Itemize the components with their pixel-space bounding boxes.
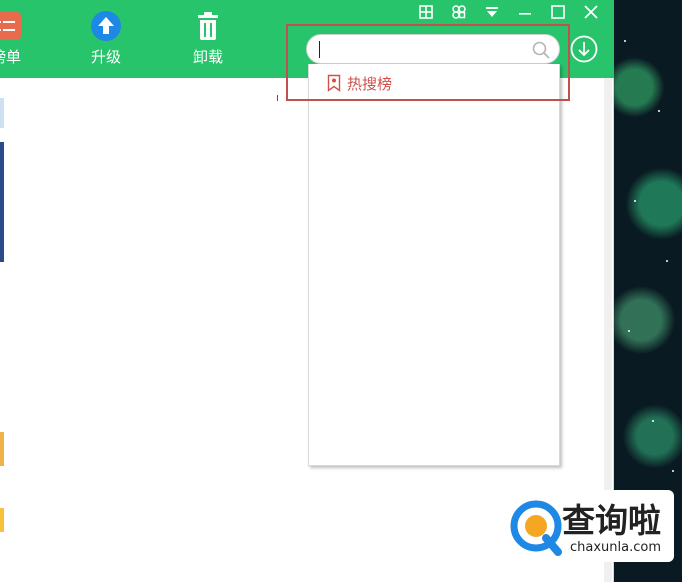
grid-icon xyxy=(419,5,433,19)
download-button[interactable] xyxy=(570,35,598,63)
minimize-button[interactable] xyxy=(514,2,536,22)
watermark-domain: chaxunla.com xyxy=(570,540,661,555)
watermark: 查询啦 chaxunla.com xyxy=(504,490,674,562)
menu-button[interactable] xyxy=(481,2,503,22)
rank-icon xyxy=(0,10,22,42)
grid-button[interactable] xyxy=(415,2,437,22)
upgrade-icon xyxy=(90,10,122,42)
minimize-icon xyxy=(519,13,531,15)
annotation-highlight xyxy=(286,24,570,101)
maximize-button[interactable] xyxy=(547,2,569,22)
nav-upgrade-label: 升级 xyxy=(90,48,121,66)
nav-rank-button[interactable]: 榜单 xyxy=(0,10,36,72)
maximize-icon xyxy=(551,5,565,19)
close-button[interactable] xyxy=(580,2,602,22)
tick-mark xyxy=(277,95,278,101)
close-icon xyxy=(584,5,598,19)
download-icon xyxy=(570,35,598,63)
nav-uninstall-button[interactable]: 卸载 xyxy=(178,10,238,72)
skin-button[interactable] xyxy=(448,2,470,22)
nav-upgrade-button[interactable]: 升级 xyxy=(76,10,136,72)
skin-icon xyxy=(452,5,466,19)
nav-rank-label: 榜单 xyxy=(0,48,21,66)
watermark-text: 查询啦 xyxy=(562,501,661,540)
search-dropdown: 热搜榜 xyxy=(308,64,560,466)
left-content-strip xyxy=(0,78,6,582)
nav-uninstall-label: 卸载 xyxy=(192,48,223,66)
watermark-logo xyxy=(510,500,562,556)
menu-icon xyxy=(486,7,498,17)
trash-icon xyxy=(192,10,224,42)
